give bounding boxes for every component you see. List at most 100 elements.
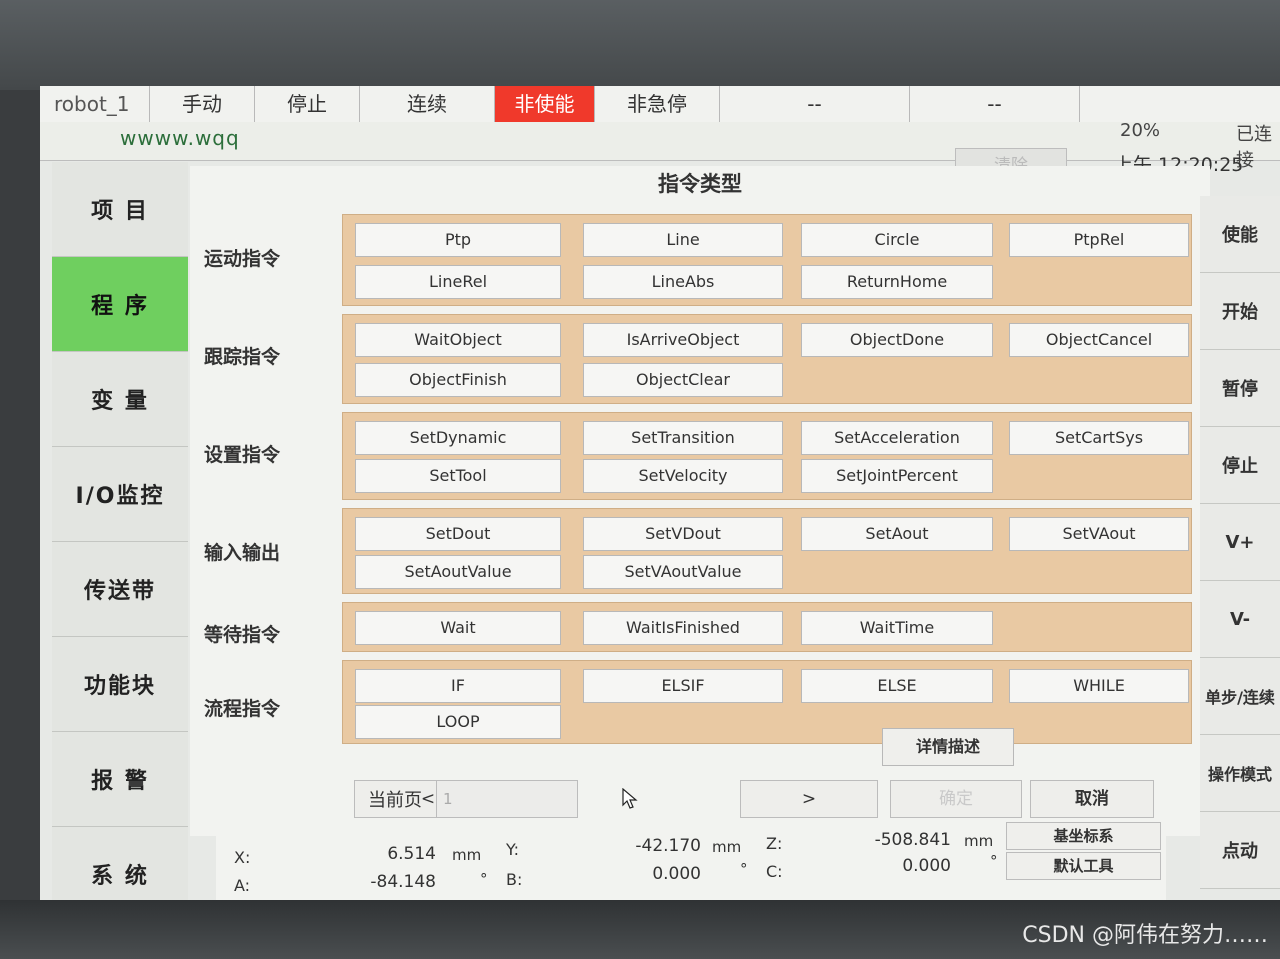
z-unit: mm bbox=[964, 832, 994, 850]
status-right bbox=[1080, 86, 1280, 122]
y-value: -42.170 bbox=[635, 836, 701, 856]
cmd-waitisfinished[interactable]: WaitIsFinished bbox=[583, 611, 783, 645]
cmd-objectclear[interactable]: ObjectClear bbox=[583, 363, 783, 397]
cmd-objectdone[interactable]: ObjectDone bbox=[801, 323, 993, 357]
x-value: 6.514 bbox=[387, 844, 436, 864]
base-frame-button[interactable]: 基坐标系 bbox=[1006, 822, 1161, 850]
detail-description-button[interactable]: 详情描述 bbox=[882, 728, 1014, 766]
right-control-panel: 使能 开始 暂停 停止 V+ V- 单步/连续 操作模式 点动 bbox=[1200, 196, 1280, 902]
x-unit: mm bbox=[452, 846, 482, 864]
left-nav: 项 目 程 序 变 量 I/O监控 传送带 功能块 报 警 系 统 bbox=[52, 162, 188, 922]
speed-percent: 20% bbox=[1120, 120, 1161, 141]
cmd-elsif[interactable]: ELSIF bbox=[583, 669, 783, 703]
nav-io-monitor[interactable]: I/O监控 bbox=[52, 447, 188, 542]
nav-alarm[interactable]: 报 警 bbox=[52, 732, 188, 827]
cmd-objectcancel[interactable]: ObjectCancel bbox=[1009, 323, 1189, 357]
cmd-settool[interactable]: SetTool bbox=[355, 459, 561, 493]
cmd-while[interactable]: WHILE bbox=[1009, 669, 1189, 703]
cmd-waittime[interactable]: WaitTime bbox=[801, 611, 993, 645]
group-tracking: WaitObject IsArriveObject ObjectDone Obj… bbox=[342, 314, 1192, 404]
cmd-linerel[interactable]: LineRel bbox=[355, 265, 561, 299]
mode-manual[interactable]: 手动 bbox=[150, 86, 255, 122]
device-bezel-top bbox=[0, 0, 1280, 90]
cmd-lineabs[interactable]: LineAbs bbox=[583, 265, 783, 299]
nav-variable[interactable]: 变 量 bbox=[52, 352, 188, 447]
cmd-setvdout[interactable]: SetVDout bbox=[583, 517, 783, 551]
cmd-settransition[interactable]: SetTransition bbox=[583, 421, 783, 455]
y-label: Y: bbox=[506, 840, 520, 859]
nav-conveyor[interactable]: 传送带 bbox=[52, 542, 188, 637]
speed-up-button[interactable]: V+ bbox=[1200, 504, 1280, 581]
group-wait: Wait WaitIsFinished WaitTime bbox=[342, 602, 1192, 652]
disable-badge: 非使能 bbox=[495, 86, 595, 122]
cmd-returnhome[interactable]: ReturnHome bbox=[801, 265, 993, 299]
cmd-ptp[interactable]: Ptp bbox=[355, 223, 561, 257]
operation-mode-button[interactable]: 操作模式 bbox=[1200, 735, 1280, 812]
b-unit: ° bbox=[740, 860, 748, 878]
robot-selector[interactable]: robot_1 bbox=[40, 86, 150, 122]
a-value: -84.148 bbox=[370, 872, 436, 892]
cmd-ptprel[interactable]: PtpRel bbox=[1009, 223, 1189, 257]
nav-project[interactable]: 项 目 bbox=[52, 162, 188, 257]
cmd-waitobject[interactable]: WaitObject bbox=[355, 323, 561, 357]
next-page-button[interactable]: > bbox=[740, 780, 878, 818]
cmd-setacceleration[interactable]: SetAcceleration bbox=[801, 421, 993, 455]
c-label: C: bbox=[766, 862, 783, 881]
c-value: 0.000 bbox=[902, 856, 951, 876]
category-wait: 等待指令 bbox=[204, 624, 281, 646]
cmd-if[interactable]: IF bbox=[355, 669, 561, 703]
step-continuous-button[interactable]: 单步/连续 bbox=[1200, 658, 1280, 735]
continuous-status: 连续 bbox=[360, 86, 495, 122]
y-unit: mm bbox=[712, 838, 742, 856]
watermark: CSDN @阿伟在努力…… bbox=[1022, 923, 1268, 948]
coordinate-panel: X: 6.514 mm Y: -42.170 mm Z: -508.841 mm… bbox=[216, 822, 1166, 902]
cmd-setaout[interactable]: SetAout bbox=[801, 517, 993, 551]
group-motion: Ptp Line Circle PtpRel LineRel LineAbs R… bbox=[342, 214, 1192, 306]
b-label: B: bbox=[506, 870, 523, 889]
a-unit: ° bbox=[480, 870, 488, 888]
cmd-wait[interactable]: Wait bbox=[355, 611, 561, 645]
cmd-setvelocity[interactable]: SetVelocity bbox=[583, 459, 783, 493]
cmd-line[interactable]: Line bbox=[583, 223, 783, 257]
default-tool-button[interactable]: 默认工具 bbox=[1006, 852, 1161, 880]
hmi-screen: robot_1 手动 停止 连续 非使能 非急停 -- -- wwww.wqq … bbox=[40, 86, 1280, 922]
a-label: A: bbox=[234, 876, 251, 895]
category-flow: 流程指令 bbox=[204, 698, 281, 720]
cmd-setjointpercent[interactable]: SetJointPercent bbox=[801, 459, 993, 493]
cmd-setdout[interactable]: SetDout bbox=[355, 517, 561, 551]
category-motion: 运动指令 bbox=[204, 248, 281, 270]
start-button[interactable]: 开始 bbox=[1200, 273, 1280, 350]
b-value: 0.000 bbox=[652, 864, 701, 884]
current-page-label: 当前页 bbox=[368, 790, 422, 811]
cmd-setvaoutvalue[interactable]: SetVAoutValue bbox=[583, 555, 783, 589]
speed-down-button[interactable]: V- bbox=[1200, 581, 1280, 658]
info-bar: wwww.wqq 20% 已连接 清除 上午 12:20:25 bbox=[40, 120, 1280, 184]
not-estop-status: 非急停 bbox=[595, 86, 720, 122]
cmd-else[interactable]: ELSE bbox=[801, 669, 993, 703]
cmd-loop[interactable]: LOOP bbox=[355, 705, 561, 739]
cmd-setdynamic[interactable]: SetDynamic bbox=[355, 421, 561, 455]
cmd-circle[interactable]: Circle bbox=[801, 223, 993, 257]
enable-button[interactable]: 使能 bbox=[1200, 196, 1280, 273]
pause-button[interactable]: 暂停 bbox=[1200, 350, 1280, 427]
status-bar: robot_1 手动 停止 连续 非使能 非急停 -- -- bbox=[40, 86, 1280, 123]
cmd-objectfinish[interactable]: ObjectFinish bbox=[355, 363, 561, 397]
nav-program[interactable]: 程 序 bbox=[52, 257, 188, 352]
cancel-button[interactable]: 取消 bbox=[1030, 780, 1154, 818]
nav-function-block[interactable]: 功能块 bbox=[52, 637, 188, 732]
stop-button[interactable]: 停止 bbox=[1200, 427, 1280, 504]
status-field-1: -- bbox=[720, 86, 910, 122]
cmd-setcartsys[interactable]: SetCartSys bbox=[1009, 421, 1189, 455]
cmd-setvaout[interactable]: SetVAout bbox=[1009, 517, 1189, 551]
confirm-button[interactable]: 确定 bbox=[890, 780, 1022, 818]
cmd-setaoutvalue[interactable]: SetAoutValue bbox=[355, 555, 561, 589]
current-page-input[interactable]: 1 bbox=[436, 780, 578, 818]
cmd-isarriveobject[interactable]: IsArriveObject bbox=[583, 323, 783, 357]
jog-button[interactable]: 点动 bbox=[1200, 812, 1280, 889]
category-tracking: 跟踪指令 bbox=[204, 346, 281, 368]
group-settings: SetDynamic SetTransition SetAcceleration… bbox=[342, 412, 1192, 500]
x-label: X: bbox=[234, 848, 251, 867]
c-unit: ° bbox=[990, 852, 998, 870]
z-value: -508.841 bbox=[874, 830, 951, 850]
group-flow: IF ELSIF ELSE WHILE LOOP bbox=[342, 660, 1192, 744]
